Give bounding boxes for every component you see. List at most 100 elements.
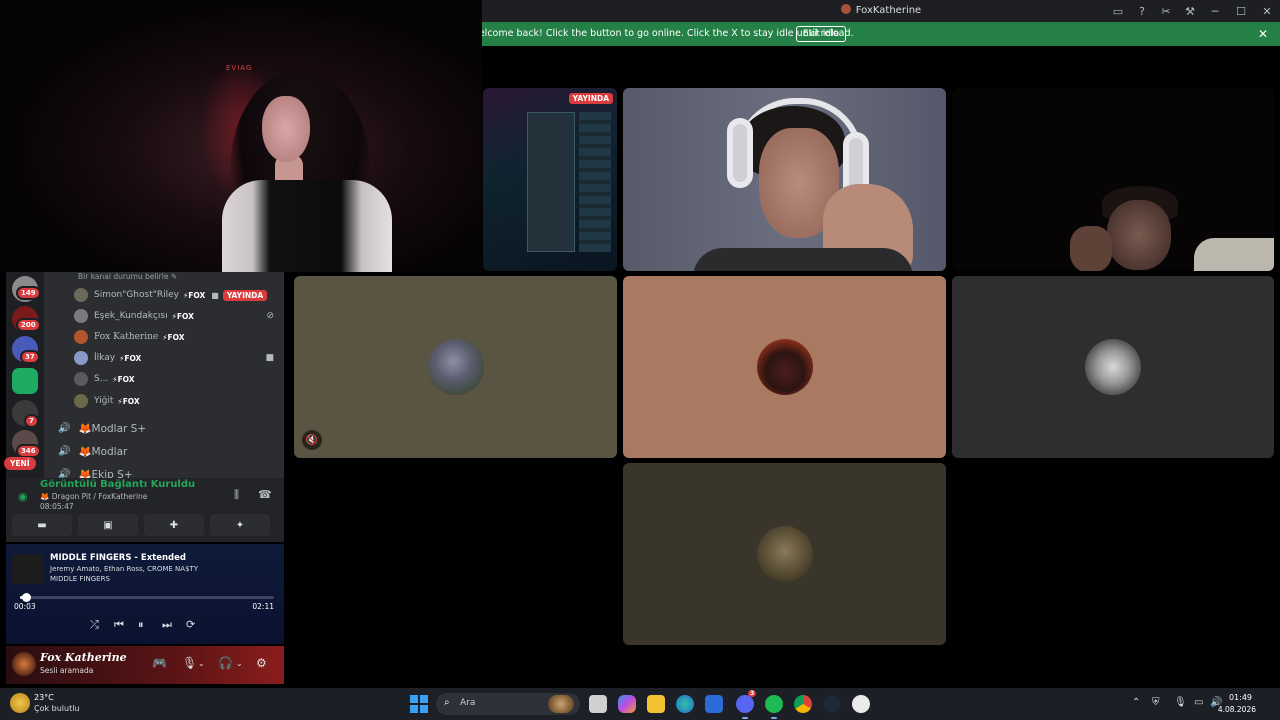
unread-badge: 7 [24,414,39,428]
voice-user[interactable]: Eşek_Kundakçısı ⚡FOX ⊘ [74,307,282,325]
server-icon[interactable] [12,368,38,394]
track-title[interactable]: MIDDLE FINGERS - Extended [50,553,186,563]
spotify-taskbar-icon[interactable] [765,695,783,719]
spotify-player: MIDDLE FINGERS - Extended Jeremy Amato, … [6,544,284,644]
participant-tile[interactable]: 🔇 [294,276,617,458]
microsoft-store-icon[interactable] [705,695,723,713]
progress-knob[interactable] [21,593,31,602]
pause-icon[interactable]: ⏸ [138,618,144,632]
track-artists[interactable]: Jeremy Amato, Ethan Ross, CROME NA$TY [50,565,198,573]
unread-badge: 149 [16,286,41,300]
disconnect-icon[interactable]: ☎ [258,488,272,501]
new-unreads-pill[interactable]: YENİ [4,457,36,470]
search-icon: ⌕ [444,697,450,708]
maximize-icon[interactable]: ☐ [1228,0,1254,22]
live-badge: YAYINDA [222,289,268,301]
signal-icon: ◉ [18,490,28,503]
chevron-down-icon[interactable]: ⌄ [236,659,243,668]
search-placeholder: Ara [460,698,476,708]
network-icon[interactable]: ▭ [1194,697,1203,708]
participant-tile[interactable] [952,276,1274,458]
unread-badge: 200 [16,318,41,332]
camera-tile-headset-user[interactable] [623,88,946,271]
help-icon[interactable]: ? [1130,0,1154,22]
next-icon[interactable]: ⏭ [162,618,172,632]
weather-temperature[interactable]: 23°C [34,693,54,702]
voice-channel[interactable]: 🔊 🦊Ekip S+ [58,464,133,479]
app-icon[interactable] [852,695,870,713]
avatar [1085,339,1141,395]
camera-off-button[interactable]: ▬ [12,514,72,536]
speaker-icon: 🔊 [58,422,71,434]
wrench-icon[interactable]: ⚒ [1178,0,1202,22]
discord-badge: 3 [748,690,757,697]
voice-channel[interactable]: 🔊 🦊Modlar S+ [58,418,146,438]
voice-user[interactable]: Yiğit ⚡FOX [74,392,282,410]
voice-user[interactable]: Simon"Ghost"Riley ⚡FOX ■ YAYINDA [74,286,282,304]
voice-user[interactable]: Fox Katherine ⚡FOX [74,328,282,346]
previous-icon[interactable]: ⏮ [114,618,124,632]
chevron-down-icon[interactable]: ⌄ [198,659,205,668]
voice-user[interactable]: S... ⚡FOX [74,370,282,388]
security-icon[interactable]: ⛨ [1152,697,1160,708]
participant-tile[interactable] [623,463,946,645]
screen-share-button[interactable]: ▣ [78,514,138,536]
progress-bar[interactable] [20,593,274,602]
avatar [756,526,813,582]
track-duration: 02:11 [252,602,274,611]
avatar [74,351,88,365]
weather-icon[interactable] [10,693,30,713]
weather-description[interactable]: Çok bulutlu [34,704,80,713]
avatar [74,330,88,344]
banner-close-icon[interactable]: ✕ [1258,27,1268,41]
connection-location[interactable]: 🦊 Dragon Pit / FoxKatherine [40,492,147,501]
minimize-icon[interactable]: ─ [1202,0,1228,22]
muted-icon: 🔇 [302,430,322,450]
username[interactable]: Fox Katherine [40,651,127,664]
headphones-icon[interactable]: 🎧 [218,656,233,670]
edge-browser-icon[interactable] [676,695,694,713]
steam-icon[interactable] [823,695,841,713]
close-icon[interactable]: ✕ [1254,0,1280,22]
exit-idle-button[interactable]: Exit idle [796,26,847,42]
title-bar: FoxKatherine ▭ ? ✂ ⚒ ─ ☐ ✕ [482,0,1280,22]
gear-icon[interactable]: ⚙ [256,656,267,670]
avatar [74,372,88,386]
inbox-icon[interactable]: ▭ [1106,0,1130,22]
game-controller-icon[interactable]: 🎮 [152,656,167,670]
chevron-up-icon[interactable]: ⌃ [1132,697,1140,708]
avatar[interactable] [12,652,36,676]
voice-channel[interactable]: 🔊 🦊Modlar [58,441,127,461]
unread-badge: 37 [20,350,40,364]
soundboard-button[interactable]: ✦ [210,514,270,536]
task-view-icon[interactable] [589,695,607,713]
channel-status-prompt[interactable]: Bir kanal durumu belirle ✎ [78,272,177,281]
copilot-icon[interactable] [618,695,636,713]
track-album[interactable]: MIDDLE FINGERS [50,575,110,583]
screen-share-tile[interactable]: YAYINDA [483,88,617,271]
role-tag: ⚡FOX [162,332,185,342]
chrome-icon[interactable] [794,695,812,713]
repeat-icon[interactable]: ⟳ [186,618,195,631]
shuffle-icon[interactable]: ⤮ [90,618,99,632]
clock-time[interactable]: 01:49 [1229,693,1252,702]
taskbar-search[interactable]: ⌕ Ara [436,693,580,715]
participant-tile[interactable] [623,276,946,458]
tools-icon[interactable]: ✂ [1154,0,1178,22]
camera-tile-user[interactable] [952,88,1274,271]
camera-icon: ■ [211,290,219,300]
voice-user[interactable]: İlkay ⚡FOX ■ [74,349,282,367]
activities-button[interactable]: ✚ [144,514,204,536]
deafened-icon: ⊘ [266,311,274,321]
microphone-icon[interactable]: 🎙 [182,656,197,670]
noise-suppression-icon[interactable]: ⫼ [234,488,239,502]
voice-connection-panel: ◉ Görüntülü Bağlantı Kuruldu 🦊 Dragon Pi… [6,478,284,542]
file-explorer-icon[interactable] [647,695,665,713]
windows-start-icon[interactable] [410,695,428,713]
microphone-tray-icon[interactable]: 🎙 [1174,697,1187,708]
connection-status[interactable]: Görüntülü Bağlantı Kuruldu [40,479,195,490]
clock-date[interactable]: 4.08.2026 [1218,705,1256,714]
server-icon [840,4,851,14]
discord-taskbar-icon[interactable] [736,695,754,719]
role-tag: ⚡FOX [112,374,135,384]
